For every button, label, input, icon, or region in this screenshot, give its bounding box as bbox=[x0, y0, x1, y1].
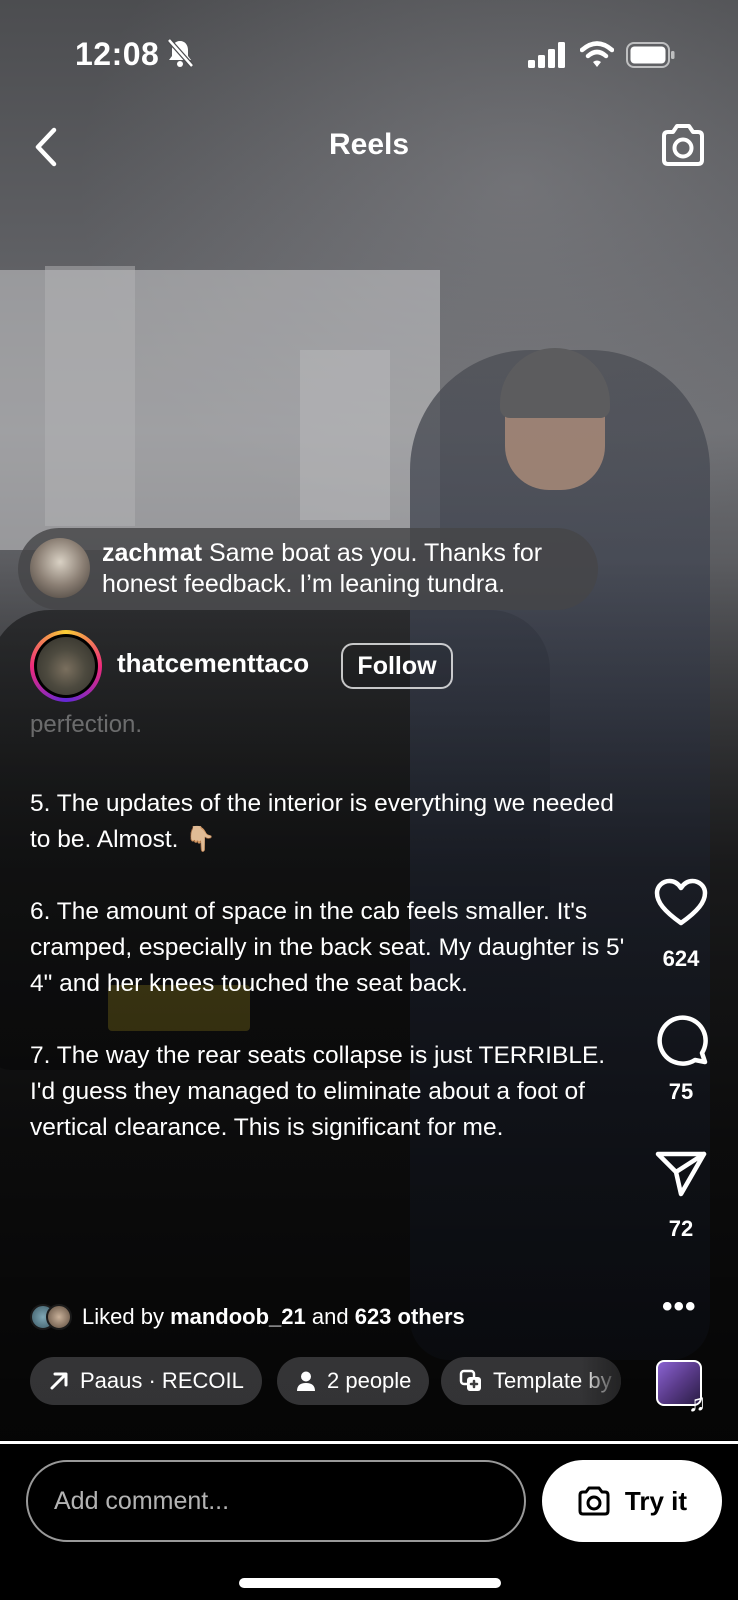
follow-button[interactable]: Follow bbox=[341, 643, 453, 689]
music-note-icon: ♫ bbox=[688, 1390, 706, 1417]
commenter-username[interactable]: zachmat bbox=[102, 539, 202, 567]
reel-caption[interactable]: 5. The updates of the interior is everyt… bbox=[30, 786, 630, 1182]
more-options-icon[interactable]: ••• bbox=[662, 1290, 697, 1324]
comment-preview-text: zachmat Same boat as you. Thanks for hon… bbox=[102, 538, 582, 600]
video-building-tower bbox=[45, 266, 135, 526]
like-heart-icon[interactable] bbox=[652, 876, 710, 928]
share-count[interactable]: 72 bbox=[641, 1216, 721, 1242]
share-send-icon[interactable] bbox=[652, 1150, 710, 1198]
camera-icon[interactable] bbox=[658, 122, 708, 168]
status-time: 12:08 bbox=[75, 36, 160, 72]
liked-by-prefix: Liked by bbox=[82, 1304, 171, 1329]
audio-chip[interactable]: Paaus · RECOIL bbox=[30, 1357, 262, 1405]
camera-icon bbox=[578, 1486, 610, 1516]
page-title: Reels bbox=[328, 128, 410, 161]
liked-by-text: Liked by mandoob_21 and 623 others bbox=[82, 1304, 465, 1330]
arrow-up-right-icon bbox=[50, 1372, 68, 1390]
liked-by-user[interactable]: mandoob_21 bbox=[170, 1304, 306, 1329]
comment-count[interactable]: 75 bbox=[641, 1079, 721, 1105]
audio-chip-label: Paaus · RECOIL bbox=[80, 1368, 244, 1393]
comment-preview-bubble[interactable]: zachmat Same boat as you. Thanks for hon… bbox=[18, 528, 598, 610]
liker-avatar bbox=[46, 1304, 72, 1330]
people-tag-chip[interactable]: 2 people bbox=[277, 1357, 430, 1405]
caption-paragraph: 6. The amount of space in the cab feels … bbox=[30, 898, 632, 997]
liked-by-row[interactable]: Liked by mandoob_21 and 623 others bbox=[30, 1300, 465, 1334]
try-it-button[interactable]: Try it bbox=[542, 1460, 722, 1542]
person-icon bbox=[297, 1371, 315, 1391]
comment-bubble-icon[interactable] bbox=[652, 1010, 710, 1066]
status-bar: 12:08 bbox=[0, 0, 738, 100]
home-indicator[interactable] bbox=[239, 1578, 501, 1588]
liked-by-others[interactable]: 623 others bbox=[355, 1304, 465, 1329]
bottom-bar: Try it bbox=[0, 1444, 738, 1600]
caption-faded-line: perfection. bbox=[30, 711, 143, 738]
cellular-signal-icon bbox=[528, 42, 565, 68]
author-avatar-image bbox=[37, 637, 95, 695]
template-chip[interactable]: Template by bbox=[441, 1357, 621, 1405]
battery-icon bbox=[626, 42, 675, 68]
try-it-label: Try it bbox=[624, 1485, 688, 1516]
add-comment-input[interactable] bbox=[26, 1460, 526, 1542]
author-username[interactable]: thatcementtaco bbox=[117, 648, 309, 679]
author-avatar[interactable] bbox=[30, 630, 102, 702]
commenter-avatar[interactable] bbox=[30, 538, 90, 598]
caption-paragraph: 7. The way the rear seats collapse is ju… bbox=[30, 1042, 612, 1141]
like-count[interactable]: 624 bbox=[641, 946, 721, 972]
video-building-far bbox=[300, 350, 390, 520]
caption-paragraph: 5. The updates of the interior is everyt… bbox=[30, 790, 621, 853]
author-avatar-ring-gap bbox=[34, 634, 98, 698]
people-chip-label: 2 people bbox=[327, 1368, 412, 1393]
chip-fade-overlay bbox=[581, 1357, 621, 1405]
template-add-icon bbox=[459, 1369, 481, 1391]
silent-bell-icon bbox=[167, 38, 194, 68]
wifi-icon bbox=[580, 41, 614, 67]
liked-by-and: and bbox=[305, 1304, 355, 1329]
